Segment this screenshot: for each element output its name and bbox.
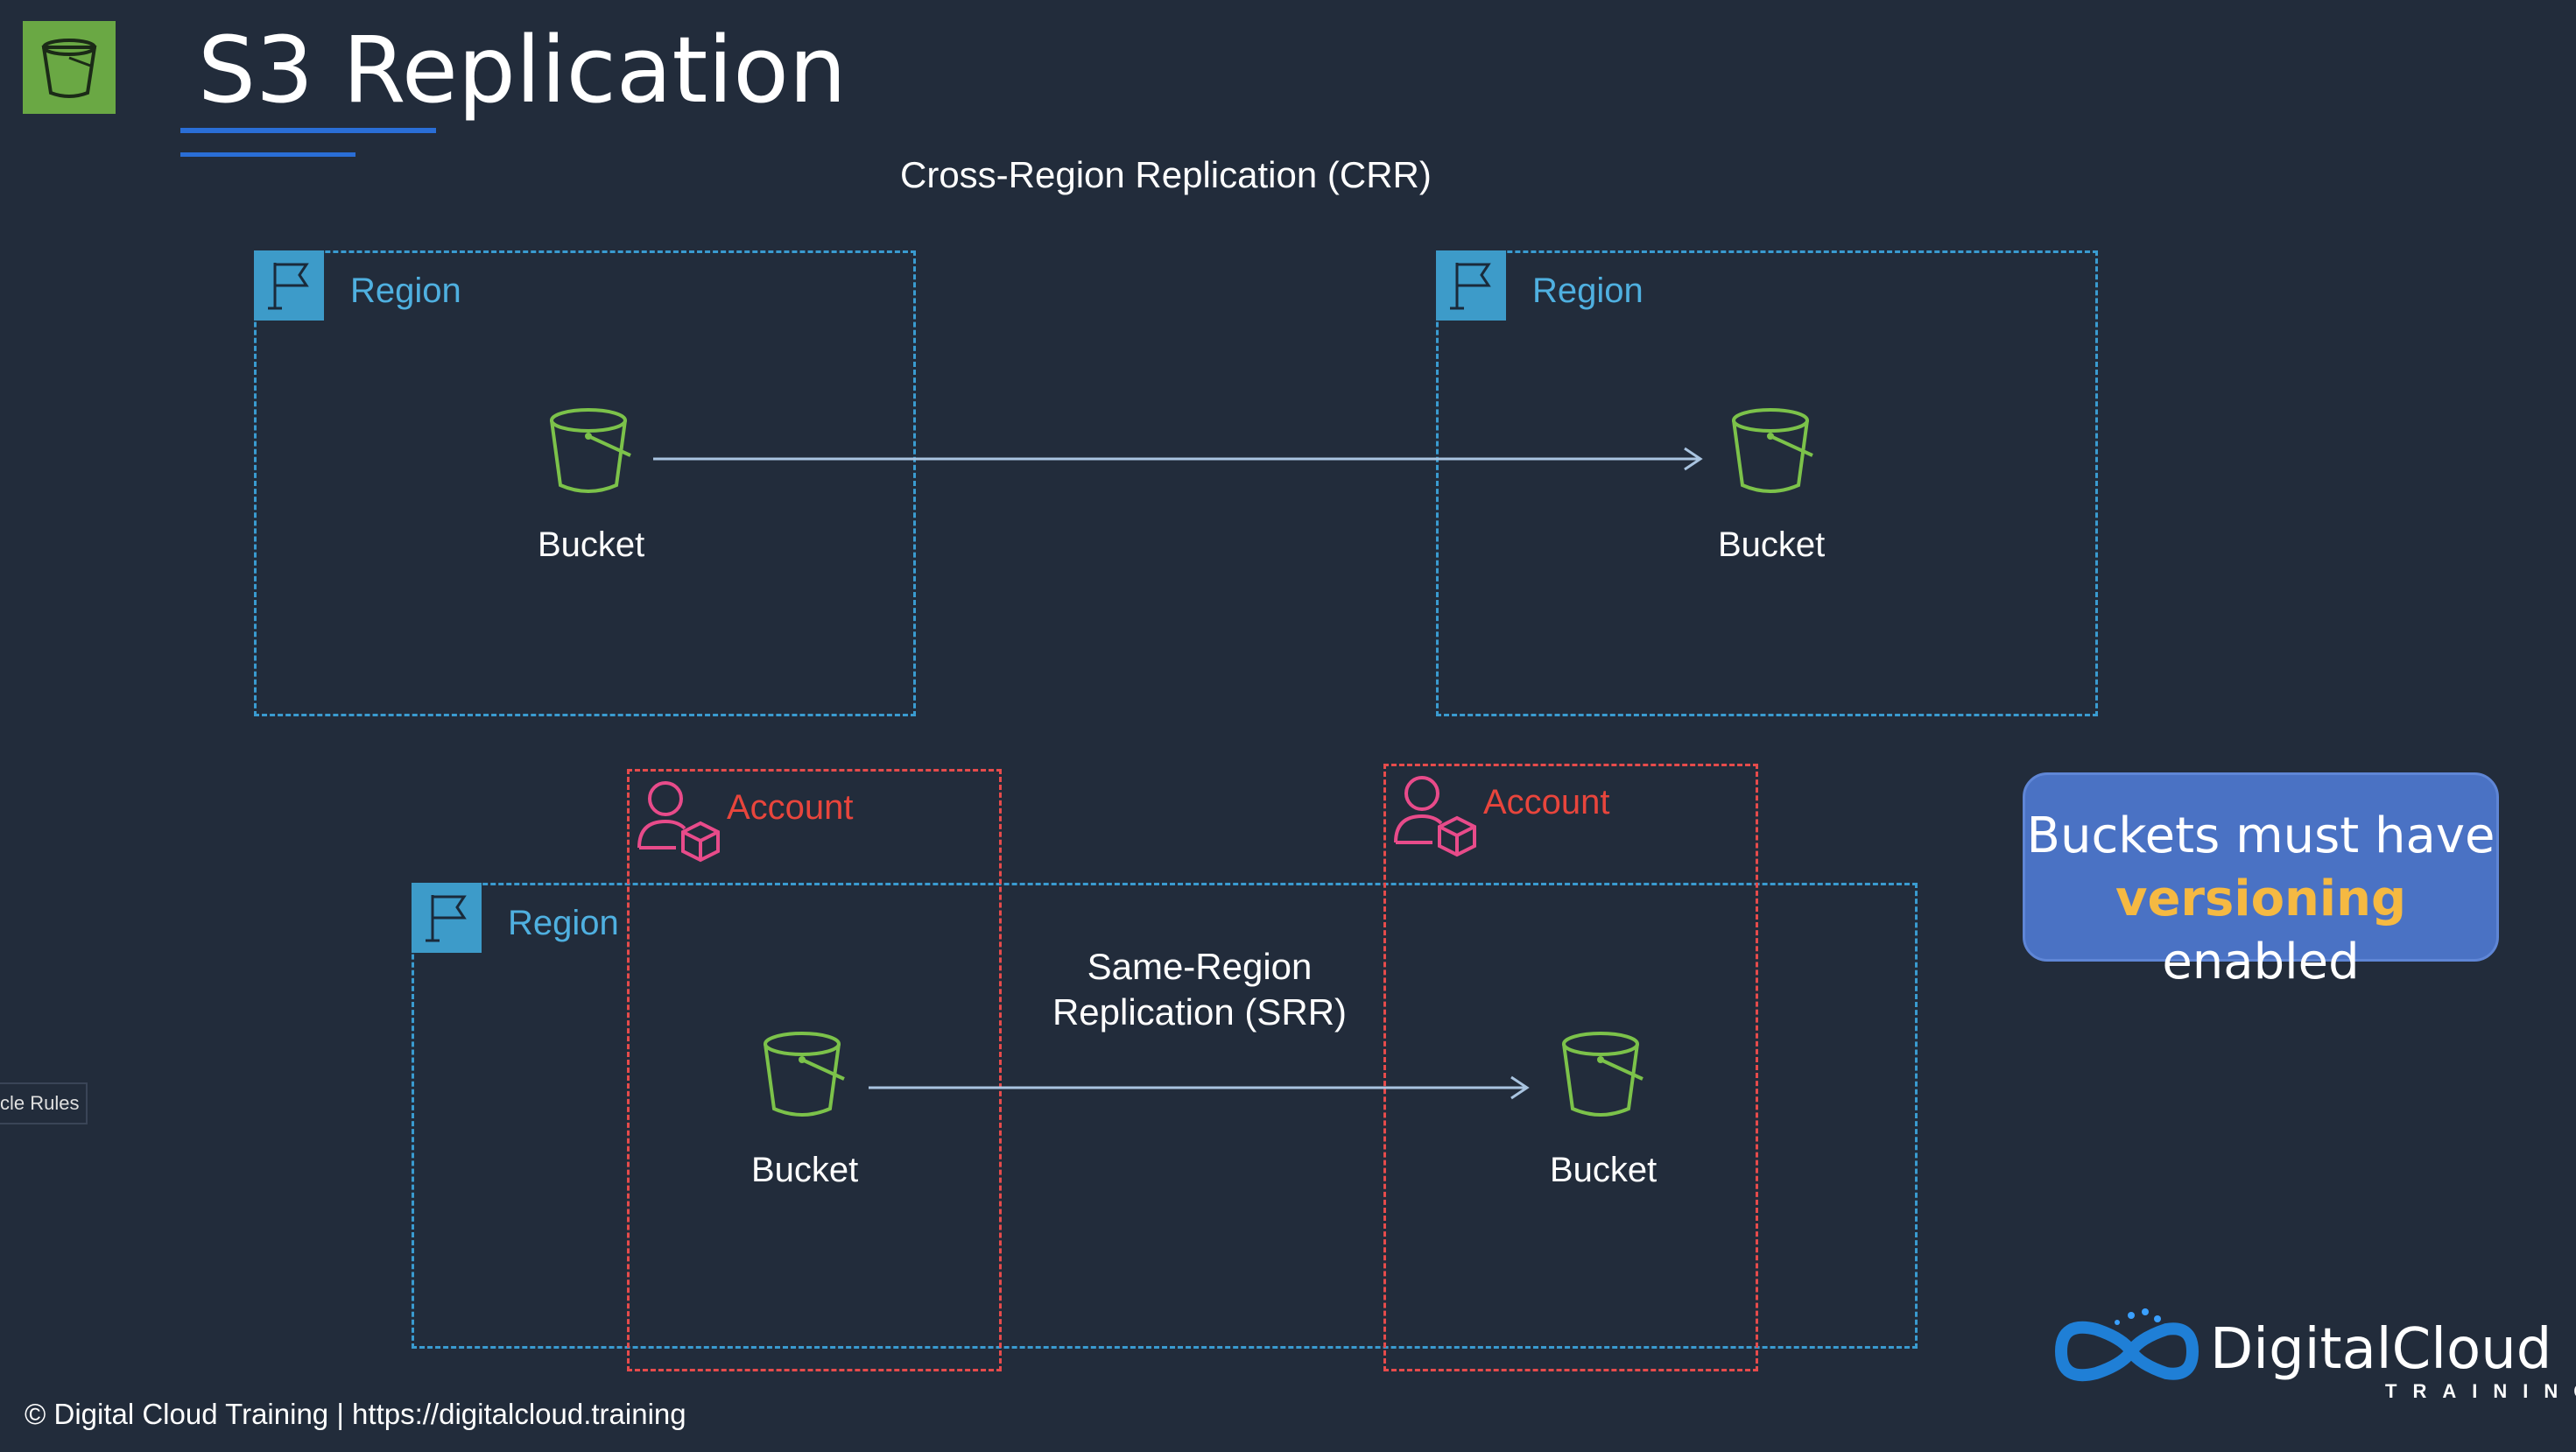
versioning-note-line2: versioning enabled: [2025, 868, 2496, 994]
brand-name: DigitalCloud: [2210, 1317, 2552, 1382]
srr-label-line2: Replication (SRR): [1052, 991, 1348, 1033]
footer-copyright: © Digital Cloud Training | https://digit…: [25, 1398, 686, 1430]
srr-arrow: [869, 1075, 1530, 1100]
versioning-note-line1: Buckets must have: [2026, 807, 2495, 864]
brand-subtitle: TRAINING: [2385, 1380, 2576, 1402]
digitalcloud-logo-icon: [2054, 1308, 2199, 1382]
srr-label-line1: Same-Region: [1087, 946, 1313, 987]
versioning-highlight: versioning: [2115, 870, 2407, 927]
versioning-note-tail: enabled: [2162, 934, 2360, 990]
srr-label: Same-Region Replication (SRR): [1037, 944, 1362, 1035]
side-tab[interactable]: cle Rules: [0, 1082, 88, 1124]
replication-arrows: [653, 447, 1703, 1100]
versioning-note: Buckets must have versioning enabled: [2023, 772, 2499, 990]
crr-arrow: [653, 447, 1703, 471]
